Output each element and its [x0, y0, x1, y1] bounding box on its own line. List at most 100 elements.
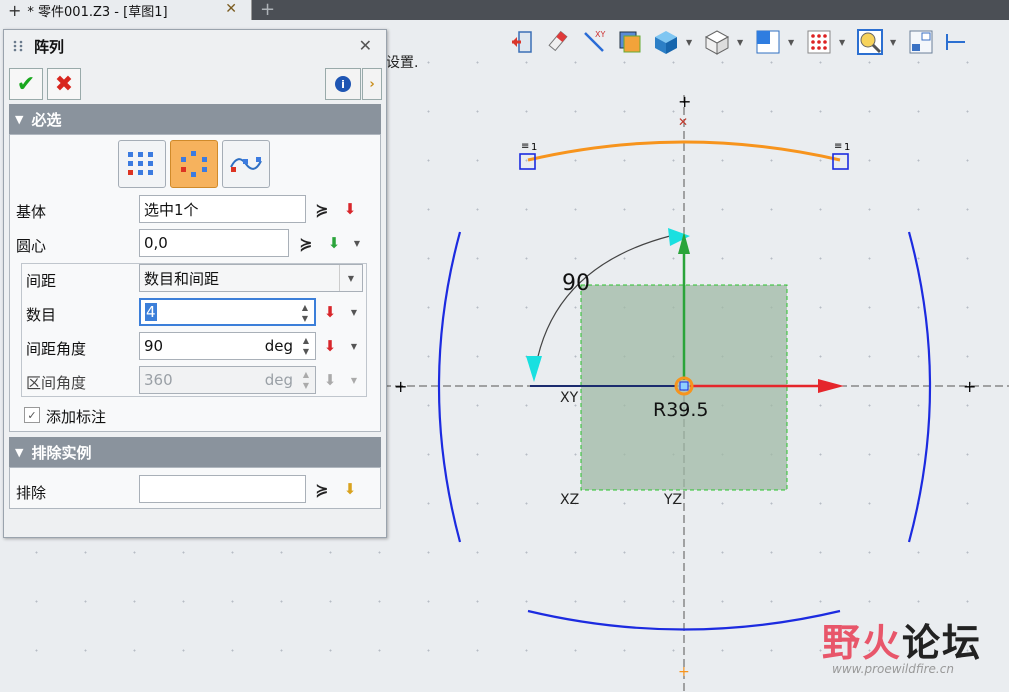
- exit-icon: [512, 31, 532, 53]
- dialog-close-icon[interactable]: ✕: [359, 36, 372, 55]
- wireframe-button[interactable]: [701, 26, 733, 58]
- eraser-button[interactable]: [542, 26, 574, 58]
- layer-button[interactable]: [614, 26, 646, 58]
- drag-handle-icon[interactable]: [12, 39, 24, 53]
- constraint-index: 1: [531, 142, 537, 153]
- exclude-section-title: 排除实例: [31, 443, 92, 462]
- axis-end-marker: +: [963, 377, 976, 396]
- chevron-down-icon[interactable]: ▼: [347, 233, 367, 253]
- spacing-select[interactable]: 数目和间距 ▼: [139, 264, 363, 292]
- view-toolbar: XY ▼ ▼ ▼ ▼ ▼: [506, 22, 977, 62]
- chevron-down-icon[interactable]: ▼: [339, 265, 362, 291]
- axis-end-marker: +: [678, 664, 690, 680]
- angle-handle-bottom: [526, 356, 542, 382]
- grid-icon: [807, 30, 831, 54]
- center-value: 0,0: [144, 234, 168, 252]
- watermark-text-2: 论坛: [902, 621, 983, 665]
- radius-dimension-label: R39.5: [653, 399, 709, 421]
- confirm-button[interactable]: ✔: [9, 68, 43, 100]
- pattern-arc-right: [907, 231, 932, 543]
- curve-array-mode[interactable]: [222, 140, 270, 188]
- zoom-fit-button[interactable]: [854, 26, 886, 58]
- axis-end-marker: +: [394, 377, 407, 396]
- x-arrow-head: [818, 379, 844, 393]
- chevron-down-icon[interactable]: ▼: [344, 336, 364, 356]
- circular-array-mode[interactable]: [170, 140, 218, 188]
- double-chevron-icon[interactable]: ≽: [312, 199, 332, 219]
- view-icon: [756, 30, 780, 54]
- array-dialog: 阵列 ✕ ✔ ✖ i › ▼ 必选 基体 选中1个 ≽ ⬇ 圆心 0,0 ≽ ⬇…: [3, 29, 387, 538]
- exclude-field[interactable]: [139, 475, 306, 503]
- render-mode-button[interactable]: [650, 26, 682, 58]
- chevron-down-icon: ▼: [350, 375, 358, 385]
- add-annotation-label: 添加标注: [46, 408, 107, 426]
- base-value: 选中1个: [144, 200, 199, 219]
- required-section-header[interactable]: ▼ 必选: [9, 104, 381, 134]
- cancel-button[interactable]: ✖: [47, 68, 81, 100]
- constraint-symbol: ≡: [521, 141, 529, 152]
- required-section-title: 必选: [31, 110, 62, 129]
- split-icon: [946, 34, 965, 50]
- pick-arrow-icon[interactable]: ⬇: [324, 233, 344, 253]
- split-button[interactable]: [941, 26, 973, 58]
- cross-icon: ✖: [54, 71, 74, 97]
- view-orientation-button[interactable]: [752, 26, 784, 58]
- svg-text:XY: XY: [595, 30, 605, 39]
- chevron-down-icon[interactable]: ▼: [890, 38, 899, 47]
- origin-point: [679, 381, 689, 391]
- window-button[interactable]: [905, 26, 937, 58]
- exit-sketch-button[interactable]: [506, 26, 538, 58]
- spacing-label: 间距: [26, 272, 57, 290]
- collapse-triangle-icon: ▼: [15, 112, 24, 126]
- exclude-label: 排除: [16, 484, 47, 502]
- pick-arrow-icon[interactable]: ⬇: [340, 479, 360, 499]
- info-button[interactable]: i: [325, 68, 361, 100]
- spacing-angle-field[interactable]: 90 deg ▲ ▼: [139, 332, 316, 360]
- spacing-angle-unit: deg: [264, 337, 293, 355]
- spacing-angle-value: 90: [144, 337, 164, 355]
- exclude-section-header[interactable]: ▼ 排除实例: [9, 437, 381, 467]
- pattern-arc-left: [437, 231, 462, 543]
- status-hint: 设置.: [386, 55, 419, 71]
- pick-arrow-icon[interactable]: ⬇: [320, 302, 340, 322]
- angle-dimension-label: 90: [562, 271, 590, 296]
- xy-axis-icon: XY: [584, 30, 605, 52]
- grid-button[interactable]: [803, 26, 835, 58]
- range-angle-unit: deg: [264, 371, 293, 389]
- count-field[interactable]: 4 ▲ ▼: [139, 298, 316, 326]
- spacing-angle-stepper[interactable]: ▲ ▼: [299, 335, 313, 357]
- base-label: 基体: [16, 203, 47, 221]
- eraser-icon: [548, 30, 568, 52]
- center-field[interactable]: 0,0: [139, 229, 289, 257]
- white-cube-icon: [704, 30, 730, 55]
- pick-arrow-icon: ⬇: [323, 371, 337, 389]
- linear-array-mode[interactable]: [118, 140, 166, 188]
- chevron-down-icon[interactable]: ▼: [344, 302, 364, 322]
- expand-panel-button[interactable]: ›: [362, 68, 382, 100]
- axis-end-marker: +: [678, 92, 691, 111]
- chevron-down-icon[interactable]: ▼: [686, 38, 695, 47]
- chevron-right-icon: ›: [369, 76, 375, 92]
- base-field[interactable]: 选中1个: [139, 195, 306, 223]
- forum-watermark: 野火论坛 www.proewildfire.cn: [822, 612, 983, 676]
- xy-plane-label: XY: [560, 390, 579, 406]
- watermark-text-1: 野火: [822, 621, 903, 665]
- pick-arrow-icon[interactable]: ⬇: [340, 199, 360, 219]
- double-chevron-icon[interactable]: ≽: [296, 233, 316, 253]
- info-icon: i: [335, 76, 351, 92]
- dialog-title: 阵列: [34, 37, 65, 56]
- count-stepper[interactable]: ▲ ▼: [298, 302, 312, 324]
- chevron-down-icon[interactable]: ▼: [788, 38, 797, 47]
- center-label: 圆心: [16, 237, 47, 255]
- double-chevron-icon[interactable]: ≽: [312, 479, 332, 499]
- pick-arrow-icon[interactable]: ⬇: [320, 336, 340, 356]
- add-annotation-checkbox[interactable]: ✓: [24, 407, 40, 423]
- chevron-down-icon[interactable]: ▼: [839, 38, 848, 47]
- chevron-down-icon[interactable]: ▼: [737, 38, 746, 47]
- linear-array-icon: [128, 152, 153, 175]
- spacing-value: 数目和间距: [144, 269, 220, 288]
- window-icon: [909, 30, 933, 54]
- dialog-title-bar[interactable]: 阵列 ✕: [4, 30, 384, 62]
- align-axis-button[interactable]: XY: [578, 26, 610, 58]
- range-angle-value: 360: [144, 371, 173, 389]
